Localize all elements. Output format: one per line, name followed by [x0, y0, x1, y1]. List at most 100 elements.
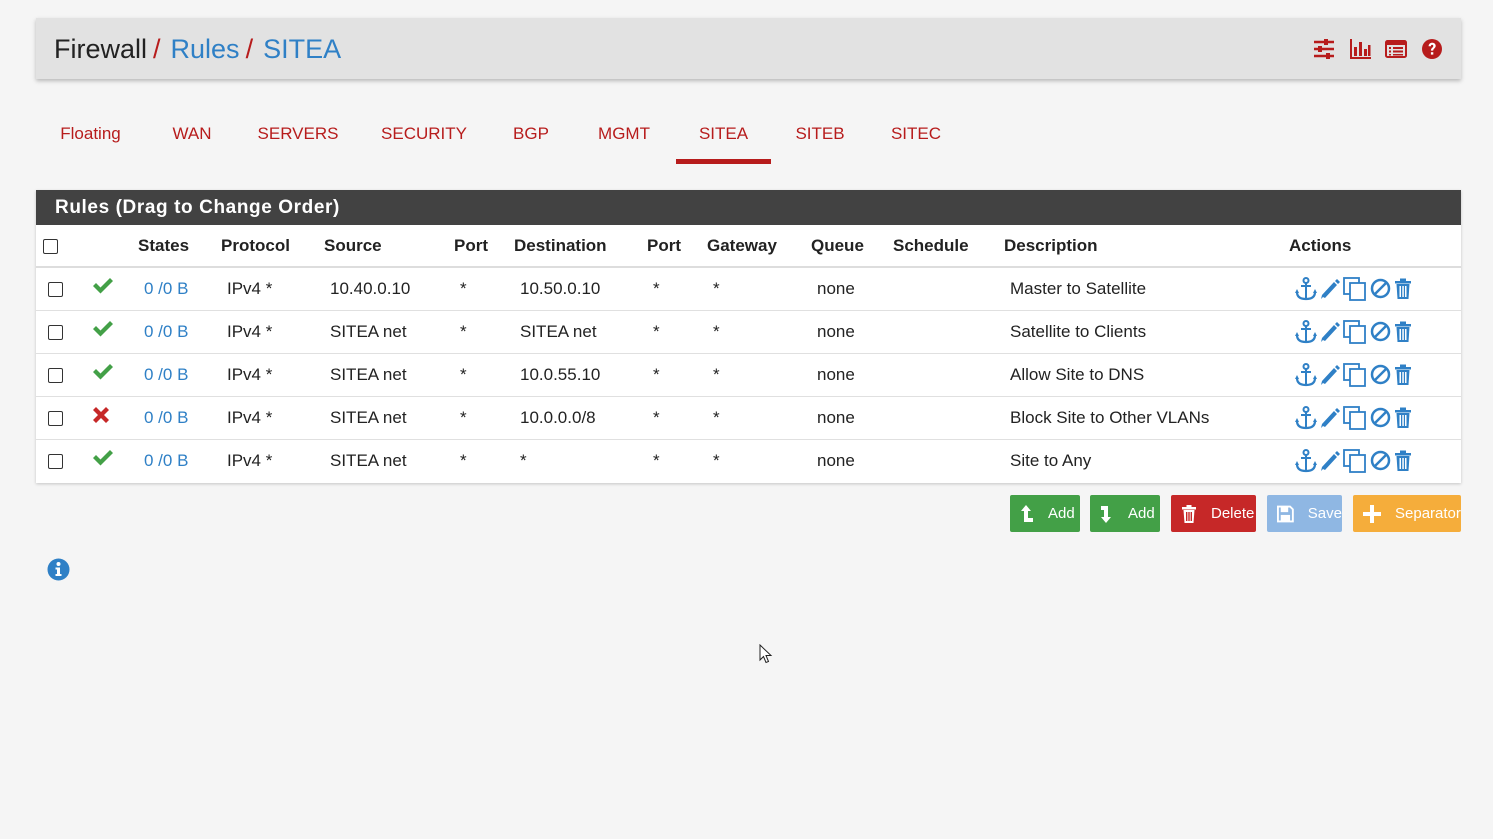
breadcrumb-link-rules[interactable]: Rules [171, 34, 240, 64]
queue-cell: none [811, 396, 893, 440]
row-select-checkbox[interactable] [48, 367, 63, 383]
source-cell: SITEA net [324, 396, 454, 440]
pencil-icon[interactable] [1320, 278, 1340, 300]
mouse-cursor-icon [759, 644, 773, 664]
copy-icon[interactable] [1343, 319, 1367, 344]
separator-label: Separator [1395, 505, 1461, 522]
anchor-icon[interactable] [1295, 362, 1317, 387]
tab-servers[interactable]: SERVERS [249, 110, 347, 164]
queue-cell: none [811, 353, 893, 397]
trash-icon[interactable] [1394, 278, 1412, 300]
anchor-icon[interactable] [1295, 276, 1317, 301]
arrow-up-icon [1021, 504, 1033, 522]
row-actions [1295, 448, 1461, 473]
disable-icon[interactable] [1370, 364, 1391, 385]
copy-icon[interactable] [1343, 448, 1367, 473]
anchor-icon[interactable] [1295, 448, 1317, 473]
row-select-checkbox[interactable] [48, 410, 63, 426]
pencil-icon[interactable] [1320, 321, 1340, 343]
source-cell: SITEA net [324, 353, 454, 397]
states-link[interactable]: 0 /0 B [144, 365, 188, 384]
pass-check-icon[interactable] [92, 277, 114, 295]
pencil-icon[interactable] [1320, 407, 1340, 429]
states-link[interactable]: 0 /0 B [144, 322, 188, 341]
breadcrumb-link-sitea[interactable]: SITEA [263, 34, 341, 64]
trash-icon[interactable] [1394, 407, 1412, 429]
row-select-checkbox[interactable] [48, 324, 63, 340]
source-port-cell: * [454, 353, 514, 397]
copy-icon[interactable] [1343, 276, 1367, 301]
tab-mgmt[interactable]: MGMT [586, 110, 662, 164]
source-cell: 10.40.0.10 [324, 267, 454, 311]
source-port-cell: * [454, 267, 514, 311]
table-row[interactable]: 0 /0 B IPv4 * SITEA net * 10.0.0.0/8 * * none Bl… [36, 396, 1461, 440]
help-circle-icon[interactable] [1421, 38, 1443, 60]
tab-sitec[interactable]: SITEC [882, 110, 950, 164]
rule-buttons: Add Add Delete Save Separator [0, 495, 1493, 532]
tab-security[interactable]: SECURITY [372, 110, 476, 164]
breadcrumb: Firewall / Rules / SITEA [54, 32, 341, 66]
save-button[interactable]: Save [1267, 495, 1342, 532]
queue-cell: none [817, 450, 855, 470]
copy-icon[interactable] [1343, 405, 1367, 430]
copy-icon[interactable] [1343, 362, 1367, 387]
pencil-icon[interactable] [1320, 364, 1340, 386]
tab-floating[interactable]: Floating [41, 110, 140, 164]
table-row[interactable]: 0 /0 B IPv4 * 10.40.0.10 * 10.50.0.10 * * none M… [36, 267, 1461, 311]
states-link[interactable]: 0 /0 B [144, 279, 188, 298]
add-bottom-button[interactable]: Add [1090, 495, 1160, 532]
delete-button[interactable]: Delete [1171, 495, 1256, 532]
schedule-cell [893, 439, 1004, 482]
row-select-checkbox[interactable] [48, 453, 63, 469]
list-table-icon[interactable] [1385, 38, 1407, 60]
trash-icon[interactable] [1394, 321, 1412, 343]
pencil-icon[interactable] [1320, 450, 1340, 472]
column-header-protocol: Protocol [221, 225, 324, 268]
gateway-cell: * [707, 396, 811, 440]
destination-port-cell: * [647, 267, 707, 311]
disable-icon[interactable] [1370, 450, 1391, 471]
pass-check-icon[interactable] [92, 320, 114, 338]
table-row[interactable]: 0 /0 B IPv4 * SITEA net * * * * none Site to Any [36, 439, 1461, 482]
table-row[interactable]: 0 /0 B IPv4 * SITEA net * 10.0.55.10 * * none Al… [36, 353, 1461, 397]
pass-check-icon[interactable] [92, 363, 114, 381]
disable-icon[interactable] [1370, 278, 1391, 299]
column-header-destination-port: Port [647, 225, 707, 268]
row-select-checkbox[interactable] [48, 281, 63, 297]
gateway-cell: * [707, 310, 811, 354]
breadcrumb-separator: / [153, 34, 161, 64]
trash-icon[interactable] [1394, 450, 1412, 472]
description-cell: Site to Any [1010, 450, 1092, 470]
info-icon[interactable] [47, 558, 70, 581]
bar-chart-icon[interactable] [1349, 38, 1371, 60]
tab-sitea[interactable]: SITEA [676, 110, 771, 164]
tab-bgp[interactable]: BGP [501, 110, 561, 164]
add-top-button[interactable]: Add [1010, 495, 1080, 532]
column-header-source-port: Port [454, 225, 514, 268]
rules-table: States Protocol Source Port Destination … [36, 225, 1461, 482]
anchor-icon[interactable] [1295, 405, 1317, 430]
states-link[interactable]: 0 /0 B [144, 408, 188, 427]
disable-icon[interactable] [1370, 407, 1391, 428]
add-bottom-label: Add [1128, 505, 1155, 522]
pass-check-icon[interactable] [92, 449, 114, 467]
row-actions [1295, 319, 1461, 344]
column-header-queue: Queue [811, 225, 893, 268]
tab-wan[interactable]: WAN [160, 110, 224, 164]
description-cell: Master to Satellite [1004, 267, 1289, 311]
anchor-icon[interactable] [1295, 319, 1317, 344]
source-port-cell: * [454, 310, 514, 354]
block-x-icon[interactable] [92, 406, 110, 424]
table-row[interactable]: 0 /0 B IPv4 * SITEA net * SITEA net * * none Sat… [36, 310, 1461, 354]
gateway-cell: * [707, 353, 811, 397]
states-link[interactable]: 0 /0 B [144, 451, 188, 470]
tab-siteb[interactable]: SITEB [785, 110, 855, 164]
sliders-icon[interactable] [1313, 38, 1335, 60]
separator-button[interactable]: Separator [1353, 495, 1461, 532]
disable-icon[interactable] [1370, 321, 1391, 342]
column-header-actions: Actions [1289, 225, 1461, 268]
destination-port-cell: * [653, 450, 660, 470]
row-actions [1295, 362, 1461, 387]
select-all-checkbox[interactable] [43, 238, 58, 254]
trash-icon[interactable] [1394, 364, 1412, 386]
